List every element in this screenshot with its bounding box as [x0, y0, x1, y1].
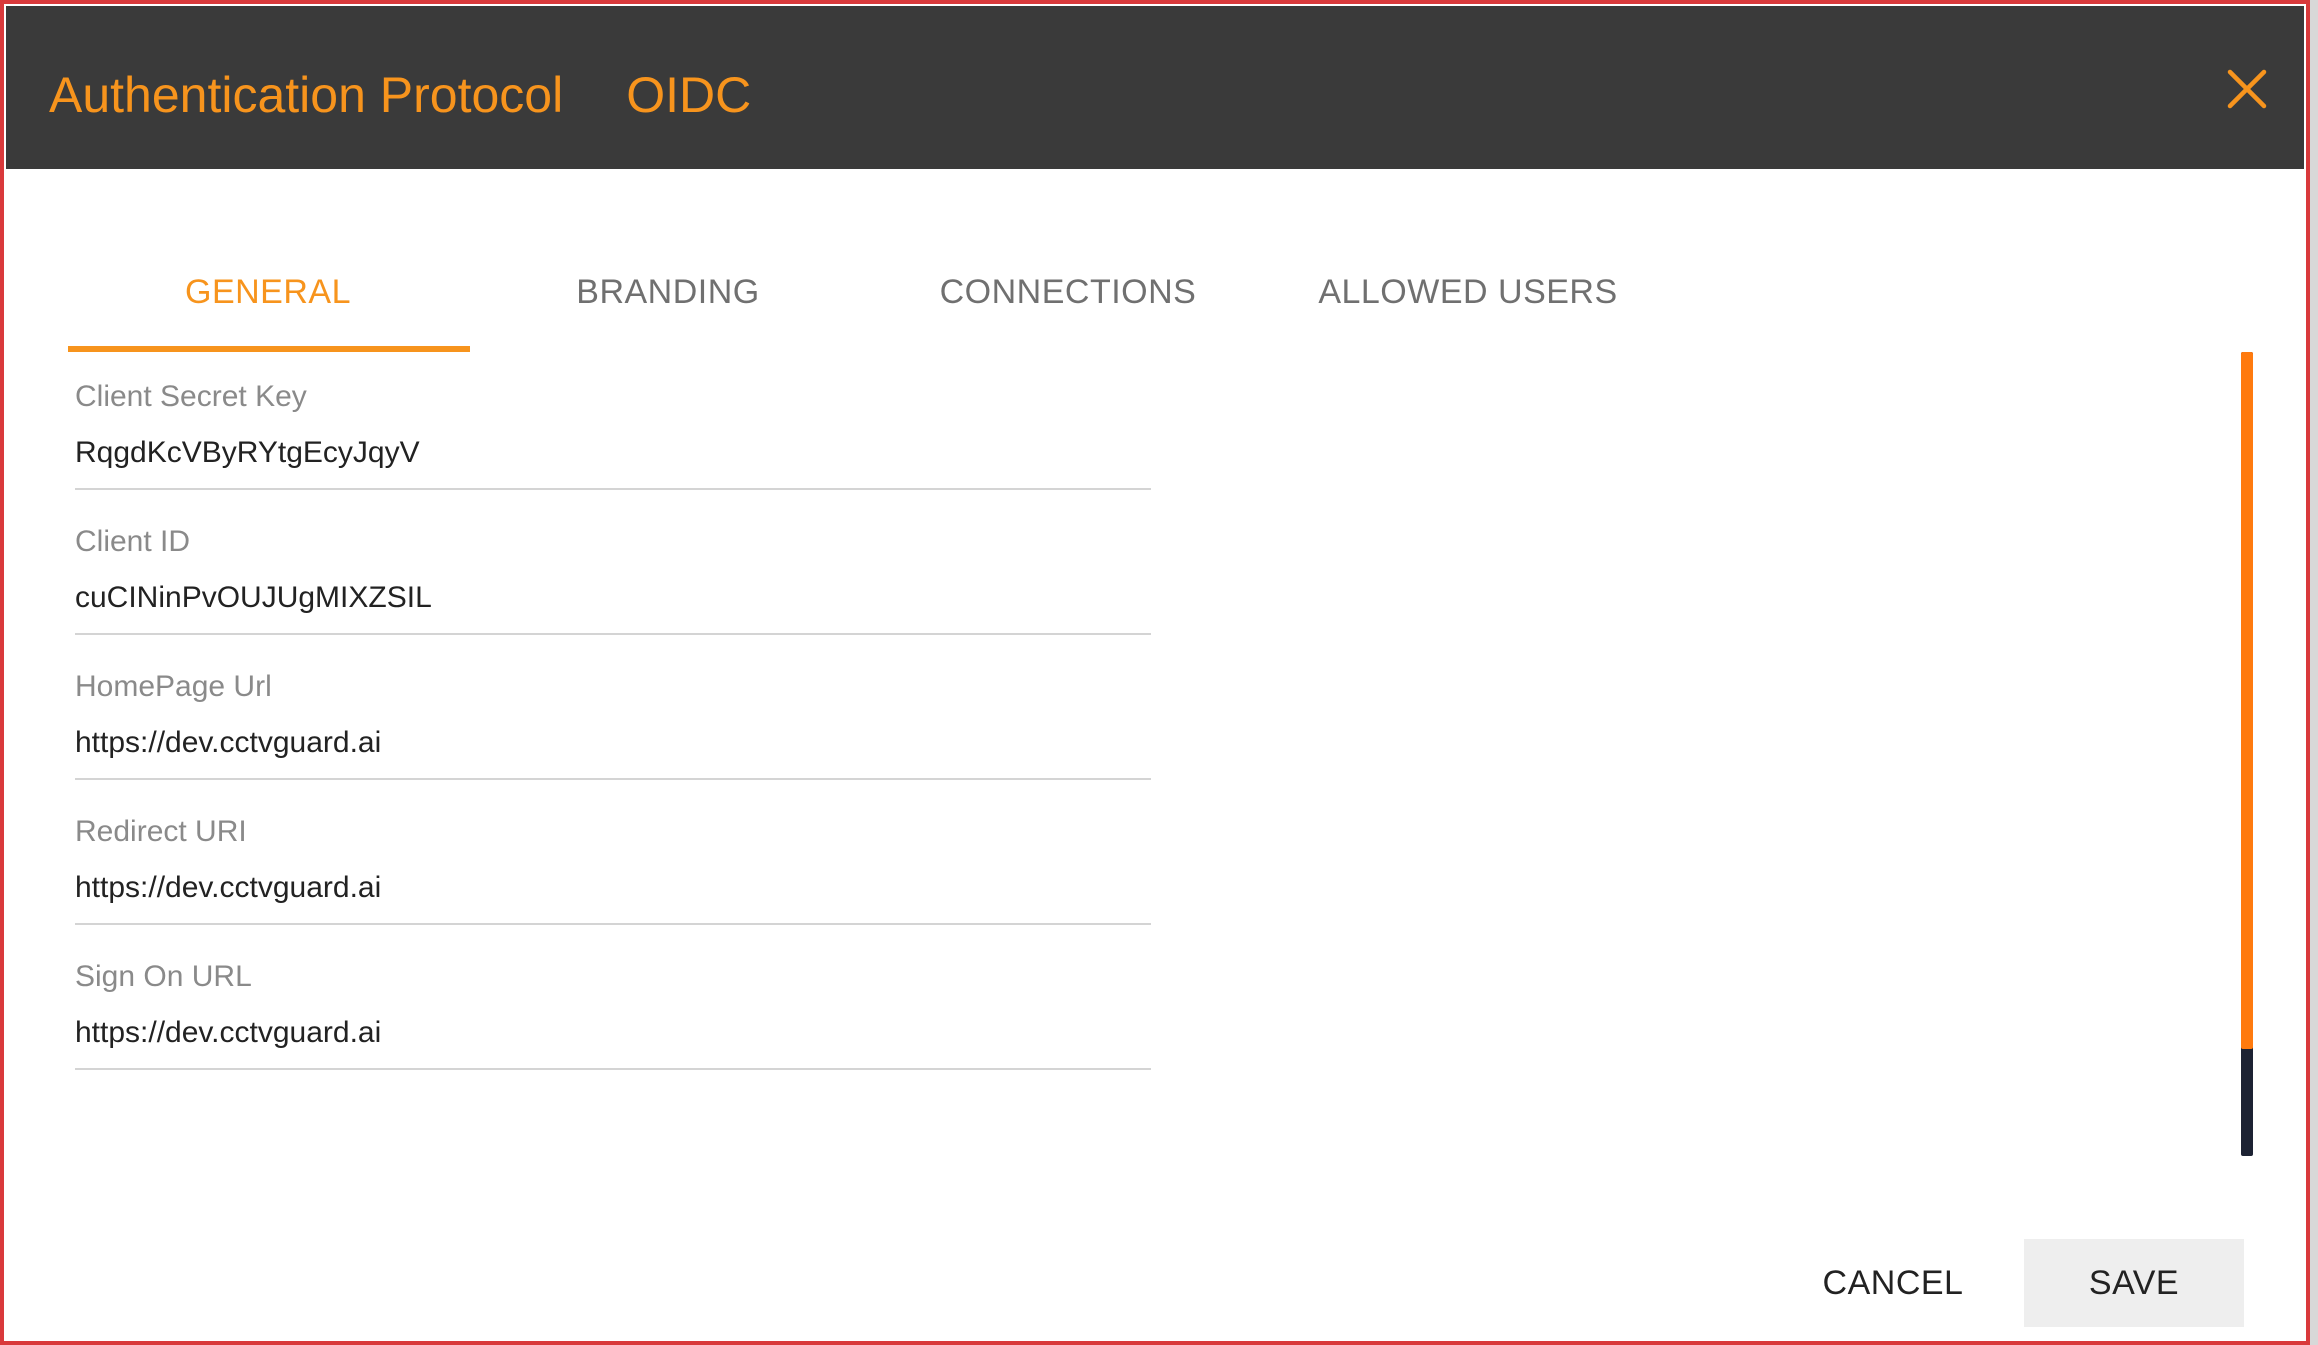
field-redirect-uri[interactable]: Redirect URI https://dev.cctvguard.ai [75, 809, 1151, 954]
auth-protocol-dialog: Authentication Protocol OIDC GENERAL BRAN… [0, 0, 2310, 1345]
scrollbar-track[interactable] [2241, 352, 2253, 1156]
tab-allowed-users[interactable]: ALLOWED USERS [1268, 248, 1668, 352]
field-sign-on-url[interactable]: Sign On URL https://dev.cctvguard.ai [75, 954, 1151, 1099]
tab-general[interactable]: GENERAL [68, 248, 468, 352]
dialog-title-text: Authentication Protocol [49, 67, 564, 123]
field-underline [75, 1068, 1151, 1070]
field-label: Client Secret Key [75, 380, 307, 413]
client-secret-key-input[interactable]: RqgdKcVByRYtgEcyJqyV [75, 436, 420, 470]
cancel-button[interactable]: CANCEL [1788, 1239, 1998, 1327]
field-underline [75, 923, 1151, 925]
field-client-secret-key[interactable]: Client Secret Key RqgdKcVByRYtgEcyJqyV [75, 374, 1151, 519]
field-label: Client ID [75, 525, 191, 558]
field-underline [75, 633, 1151, 635]
tab-bar: GENERAL BRANDING CONNECTIONS ALLOWED USE… [68, 248, 1668, 352]
field-label: HomePage Url [75, 670, 272, 703]
active-tab-indicator [68, 346, 470, 352]
backdrop [2310, 0, 2318, 1345]
field-client-id[interactable]: Client ID cuCINinPvOUJUgMIXZSIL [75, 519, 1151, 664]
field-homepage-url[interactable]: HomePage Url https://dev.cctvguard.ai [75, 664, 1151, 809]
homepage-url-input[interactable]: https://dev.cctvguard.ai [75, 726, 381, 760]
field-underline [75, 488, 1151, 490]
sign-on-url-input[interactable]: https://dev.cctvguard.ai [75, 1016, 381, 1050]
dialog-title: Authentication Protocol OIDC [49, 66, 751, 124]
client-id-input[interactable]: cuCINinPvOUJUgMIXZSIL [75, 581, 432, 615]
scrollbar-thumb[interactable] [2241, 352, 2253, 1049]
close-icon [2227, 69, 2267, 109]
tab-connections[interactable]: CONNECTIONS [868, 248, 1268, 352]
general-form: Client Secret Key RqgdKcVByRYtgEcyJqyV C… [75, 374, 1151, 1099]
close-button[interactable] [2222, 64, 2272, 114]
protocol-name: OIDC [626, 67, 752, 123]
tab-branding[interactable]: BRANDING [468, 248, 868, 352]
dialog-header: Authentication Protocol OIDC [6, 6, 2304, 169]
field-label: Sign On URL [75, 960, 252, 993]
field-underline [75, 778, 1151, 780]
field-label: Redirect URI [75, 815, 247, 848]
redirect-uri-input[interactable]: https://dev.cctvguard.ai [75, 871, 381, 905]
save-button[interactable]: SAVE [2024, 1239, 2244, 1327]
